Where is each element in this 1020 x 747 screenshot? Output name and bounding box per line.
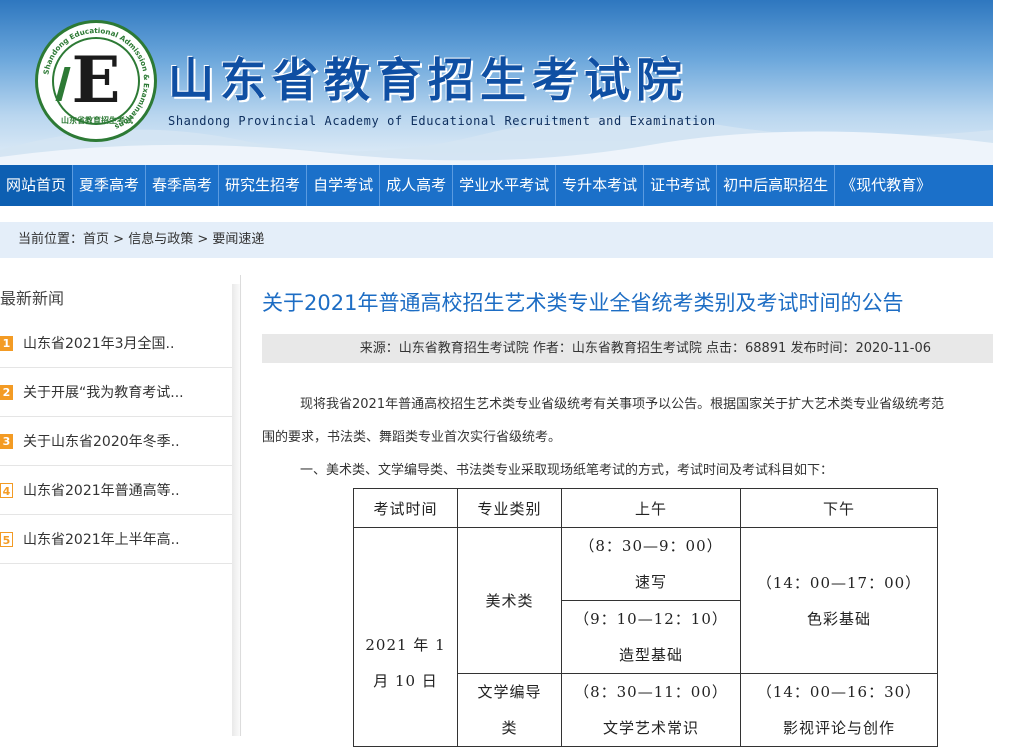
site-logo[interactable]: Shandong Educational Admission & Examina…: [35, 20, 157, 142]
subject-text: 造型基础: [618, 646, 683, 664]
header-banner: Shandong Educational Admission & Examina…: [0, 0, 993, 165]
time-text: （14：00—17：00）: [756, 573, 922, 592]
date-line: 2021 年 1: [365, 636, 446, 654]
time-text: （8：30—9：00）: [579, 537, 723, 555]
news-item[interactable]: 3 关于山东省2020年冬季..: [0, 417, 232, 466]
news-link[interactable]: 山东省2021年上半年高..: [23, 529, 180, 549]
time-text: （8：30—11：00）: [574, 683, 728, 701]
news-item[interactable]: 4 山东省2021年普通高等..: [0, 466, 232, 515]
subject-text: 速写: [634, 573, 667, 591]
news-item[interactable]: 1 山东省2021年3月全国..: [0, 319, 232, 368]
table-header: 专业类别: [457, 488, 562, 528]
news-rank-badge: 1: [0, 335, 13, 351]
nav-item-modern-education[interactable]: 《现代教育》: [835, 165, 937, 206]
exam-schedule-table: 考试时间 专业类别 上午 下午 2021 年 1 月 10 日 美术类 （8：3…: [353, 488, 938, 747]
nav-item-self-study[interactable]: 自学考试: [307, 165, 381, 206]
news-rank-badge: 4: [0, 482, 13, 498]
site-title: 山东省教育招生考试院: [168, 53, 688, 107]
category-line: 类: [501, 719, 518, 737]
nav-item-certificate[interactable]: 证书考试: [644, 165, 718, 206]
news-list: 1 山东省2021年3月全国.. 2 关于开展“我为教育考试... 3 关于山东…: [0, 319, 232, 564]
news-rank-badge: 3: [0, 433, 13, 449]
breadcrumb-prefix: 当前位置：: [18, 232, 84, 247]
nav-item-home[interactable]: 网站首页: [0, 165, 74, 206]
table-cell-morning: （9：10—12：10） 造型基础: [561, 600, 741, 674]
article-meta: 来源：山东省教育招生考试院 作者：山东省教育招生考试院 点击：68891 发布时…: [262, 334, 993, 363]
subject-text: 影视评论与创作: [782, 719, 895, 737]
table-cell-morning: （8：30—9：00） 速写: [561, 527, 741, 601]
article-paragraph: 一、美术类、文学编导类、书法类专业采取现场纸笔考试的方式，考试时间及考试科目如下…: [300, 463, 834, 478]
table-cell-date: 2021 年 1 月 10 日: [353, 527, 458, 747]
breadcrumb-sep: >: [193, 232, 213, 247]
main-nav: 网站首页 夏季高考 春季高考 研究生招考 自学考试 成人高考 学业水平考试 专升…: [0, 165, 993, 206]
table-header: 上午: [561, 488, 741, 528]
nav-item-adult-exam[interactable]: 成人高考: [380, 165, 454, 206]
news-link[interactable]: 山东省2021年普通高等..: [23, 480, 180, 500]
logo-bottom-text: 山东省教育招生考试: [61, 116, 133, 125]
subject-text: 文学艺术常识: [602, 719, 699, 737]
news-link[interactable]: 关于山东省2020年冬季..: [23, 431, 180, 451]
site-subtitle: Shandong Provincial Academy of Education…: [168, 114, 716, 128]
breadcrumb-sep: >: [109, 232, 129, 247]
table-cell-category: 美术类: [457, 527, 562, 674]
breadcrumb-news[interactable]: 要闻速递: [212, 232, 264, 247]
news-link[interactable]: 关于开展“我为教育考试...: [23, 382, 184, 402]
nav-item-summer-exam[interactable]: 夏季高考: [73, 165, 147, 206]
article-title: 关于2021年普通高校招生艺术类专业全省统考类别及考试时间的公告: [262, 291, 904, 315]
nav-item-vocational[interactable]: 初中后高职招生: [717, 165, 836, 206]
breadcrumb: 当前位置：首页 > 信息与政策 > 要闻速递: [0, 222, 993, 258]
sidebar-heading: 最新新闻: [0, 289, 65, 308]
table-header: 下午: [740, 488, 938, 528]
breadcrumb-home[interactable]: 首页: [83, 232, 109, 247]
category-line: 文学编导: [477, 683, 542, 701]
news-item[interactable]: 5 山东省2021年上半年高..: [0, 515, 232, 564]
nav-item-upgrade[interactable]: 专升本考试: [556, 165, 645, 206]
time-text: （9：10—12：10）: [574, 610, 728, 628]
table-cell-afternoon: （14：00—17：00） 色彩基础: [740, 527, 938, 674]
article-paragraph: 围的要求，书法类、舞蹈类专业首次实行省级统考。: [262, 430, 562, 445]
logo-letter: E: [71, 43, 121, 118]
news-rank-badge: 5: [0, 531, 13, 547]
news-item[interactable]: 2 关于开展“我为教育考试...: [0, 368, 232, 417]
nav-item-graduate[interactable]: 研究生招考: [219, 165, 308, 206]
news-rank-badge: 2: [0, 384, 13, 400]
sidebar: 最新新闻 1 山东省2021年3月全国.. 2 关于开展“我为教育考试... 3…: [0, 275, 241, 736]
nav-item-proficiency[interactable]: 学业水平考试: [453, 165, 557, 206]
nav-item-spring-exam[interactable]: 春季高考: [146, 165, 220, 206]
subject-text: 色彩基础: [806, 609, 871, 628]
date-line: 月 10 日: [373, 672, 438, 690]
news-link[interactable]: 山东省2021年3月全国..: [23, 333, 174, 353]
table-header: 考试时间: [353, 488, 458, 528]
breadcrumb-info-policy[interactable]: 信息与政策: [128, 232, 193, 247]
article-paragraph: 现将我省2021年普通高校招生艺术类专业省级统考有关事项予以公告。根据国家关于扩…: [300, 397, 945, 412]
time-text: （14：00—16：30）: [756, 683, 922, 701]
